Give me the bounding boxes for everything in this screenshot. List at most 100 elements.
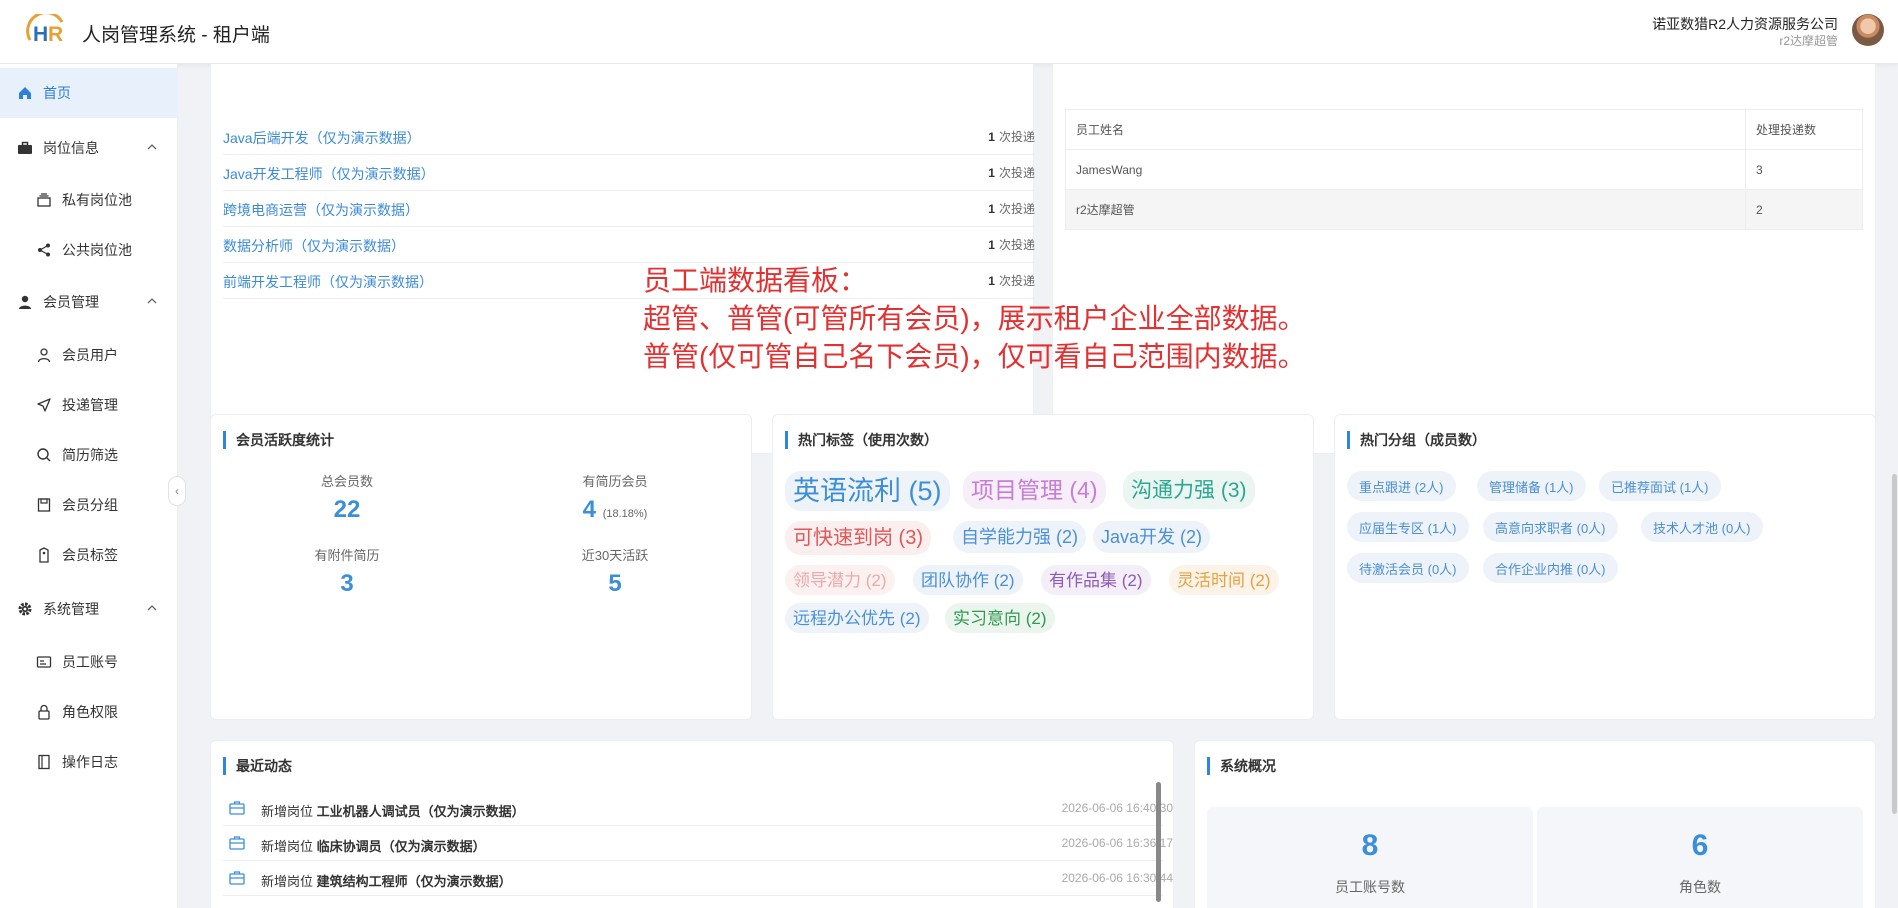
card-title: 会员活跃度统计 [223, 431, 334, 449]
group-chip[interactable]: 待激活会员 (0人) [1347, 553, 1469, 583]
job-name[interactable]: 数据分析师（仅为演示数据） [223, 236, 405, 256]
tag-chip[interactable]: 领导潜力 (2) [785, 565, 895, 595]
sidebar-item-label: 会员标签 [62, 547, 118, 563]
job-name[interactable]: 前端开发工程师（仅为演示数据） [223, 272, 433, 292]
group-chip[interactable]: 已推荐面试 (1人) [1599, 471, 1721, 501]
sidebar-item-home[interactable]: 首页 [0, 68, 178, 118]
tag-chip[interactable]: 有作品集 (2) [1041, 565, 1151, 595]
hot-groups-card: 热门分组（成员数） 重点跟进 (2人) 管理储备 (1人) 已推荐面试 (1人)… [1334, 414, 1876, 720]
tag-chip[interactable]: 自学能力强 (2) [953, 521, 1086, 553]
stat-resume-members: 有简历会员 4 (18.18%) [582, 474, 648, 523]
sidebar-item-roles[interactable]: 角色权限 [0, 687, 178, 737]
job-count: 1 次投递 [988, 202, 1035, 216]
tag-chip[interactable]: 远程办公优先 (2) [785, 603, 929, 633]
staff-name: JamesWang [1065, 149, 1746, 190]
staff-stats-card: 员工姓名 处理投递数 JamesWang 3 r2达摩超管 2 [1052, 64, 1876, 454]
save-icon [36, 497, 52, 513]
job-name[interactable]: 跨境电商运营（仅为演示数据） [223, 200, 419, 220]
briefcase-outline-icon [229, 836, 245, 850]
sidebar-item-label: 操作日志 [62, 754, 118, 770]
user-outline-icon [36, 347, 52, 363]
sidebar-item-label: 会员分组 [62, 497, 118, 513]
recent-activity-card: 最近动态 新增岗位 工业机器人调试员（仅为演示数据） 2026-06-06 16… [210, 740, 1174, 908]
hot-tags-card: 热门标签（使用次数） 英语流利 (5) 项目管理 (4) 沟通力强 (3) 可快… [772, 414, 1314, 720]
dashboard-main: Java后端开发（仅为演示数据） 1 次投递 Java开发工程师（仅为演示数据） … [178, 64, 1898, 908]
group-chip[interactable]: 重点跟进 (2人) [1347, 471, 1456, 501]
sidebar-item-label: 投递管理 [62, 397, 118, 413]
activity-row[interactable]: 新增岗位 临床协调员（仅为演示数据） 2026-06-06 16:36:17 [223, 826, 1173, 861]
job-row[interactable]: 跨境电商运营（仅为演示数据） 1 次投递 [223, 191, 1035, 227]
sidebar-item-private-pool[interactable]: 私有岗位池 [0, 175, 178, 225]
sidebar-item-resume-filter[interactable]: 简历筛选 [0, 430, 178, 480]
sidebar-item-operation-log[interactable]: 操作日志 [0, 737, 178, 787]
chevron-up-icon [147, 605, 157, 611]
staff-count: 3 [1745, 149, 1863, 190]
briefcase-icon [17, 140, 33, 156]
job-count: 1 次投递 [988, 166, 1035, 180]
tag-chip[interactable]: Java开发 (2) [1093, 521, 1211, 553]
tag-chip[interactable]: 团队协作 (2) [913, 565, 1023, 595]
tag-chip[interactable]: 可快速到岗 (3) [785, 521, 931, 555]
table-row: JamesWang 3 [1065, 149, 1863, 190]
sidebar: 首页 岗位信息 私有岗位池 公共岗位池 会员管理 会员用户 投递管理 简历筛选 … [0, 64, 178, 908]
sidebar-item-member-groups[interactable]: 会员分组 [0, 480, 178, 530]
sidebar-item-member-tags[interactable]: 会员标签 [0, 530, 178, 580]
send-icon [36, 397, 52, 413]
group-chip[interactable]: 技术人才池 (0人) [1641, 512, 1763, 542]
job-row[interactable]: Java开发工程师（仅为演示数据） 1 次投递 [223, 155, 1035, 191]
sidebar-item-staff-accounts[interactable]: 员工账号 [0, 637, 178, 687]
tag-chip[interactable]: 沟通力强 (3) [1123, 471, 1255, 509]
job-count: 1 次投递 [988, 130, 1035, 144]
tag-chip[interactable]: 灵活时间 (2) [1169, 565, 1279, 595]
job-row[interactable]: 数据分析师（仅为演示数据） 1 次投递 [223, 227, 1035, 263]
table-row: r2达摩超管 2 [1065, 189, 1863, 230]
activity-scrollbar[interactable] [1156, 782, 1161, 902]
card-title: 热门分组（成员数） [1347, 431, 1486, 449]
sidebar-item-label: 私有岗位池 [62, 192, 132, 208]
group-chip[interactable]: 管理储备 (1人) [1477, 471, 1586, 501]
gear-icon [17, 601, 33, 617]
column-header: 处理投递数 [1745, 109, 1863, 150]
sidebar-item-system-mgmt[interactable]: 系统管理 [0, 584, 178, 634]
tag-chip[interactable]: 英语流利 (5) [785, 471, 950, 511]
system-overview-card: 系统概况 8 员工账号数 6 角色数 [1194, 740, 1876, 908]
card-title: 最近动态 [223, 757, 292, 775]
stack-icon [36, 192, 52, 208]
card-title: 系统概况 [1207, 757, 1276, 775]
sidebar-item-member-users[interactable]: 会员用户 [0, 330, 178, 380]
job-name[interactable]: Java后端开发（仅为演示数据） [223, 128, 421, 148]
hr-logo[interactable]: H R [24, 14, 70, 48]
sidebar-item-job-info[interactable]: 岗位信息 [0, 123, 178, 173]
briefcase-outline-icon [229, 871, 245, 885]
group-chip[interactable]: 高意向求职者 (0人) [1483, 512, 1618, 542]
card-title: 热门标签（使用次数） [785, 431, 938, 449]
sidebar-item-label: 会员用户 [62, 347, 118, 363]
tag-chip[interactable]: 实习意向 (2) [945, 603, 1055, 633]
app-title: 人岗管理系统 - 租户端 [82, 25, 270, 46]
group-chip[interactable]: 应届生专区 (1人) [1347, 512, 1469, 542]
stat-attachment-resumes: 有附件简历 3 [314, 548, 380, 597]
staff-count: 2 [1745, 189, 1863, 230]
sidebar-item-member-mgmt[interactable]: 会员管理 [0, 277, 178, 327]
job-row[interactable]: Java后端开发（仅为演示数据） 1 次投递 [223, 119, 1035, 155]
briefcase-outline-icon [229, 801, 245, 815]
job-name[interactable]: Java开发工程师（仅为演示数据） [223, 164, 435, 184]
sidebar-item-public-pool[interactable]: 公共岗位池 [0, 225, 178, 275]
user-role: r2达摩超管 [1779, 34, 1838, 48]
avatar[interactable] [1852, 14, 1884, 46]
sidebar-item-delivery[interactable]: 投递管理 [0, 380, 178, 430]
group-chip[interactable]: 合作企业内推 (0人) [1483, 553, 1618, 583]
member-activity-card: 会员活跃度统计 总会员数 22 有简历会员 4 (18.18%) 有附件简历 3… [210, 414, 752, 720]
staff-name: r2达摩超管 [1065, 189, 1746, 230]
activity-row[interactable]: 新增岗位 工业机器人调试员（仅为演示数据） 2026-06-06 16:40:3… [223, 791, 1173, 826]
tag-chip[interactable]: 项目管理 (4) [963, 471, 1106, 509]
sidebar-item-label: 角色权限 [62, 704, 118, 720]
annotation-line: 员工端数据看板： [643, 265, 868, 296]
activity-row[interactable]: 新增岗位 建筑结构工程师（仅为演示数据） 2026-06-06 16:30:44 [223, 861, 1173, 896]
lock-icon [36, 704, 52, 720]
company-name: 诺亚数猎R2人力资源服务公司 [1652, 16, 1838, 32]
sidebar-item-label: 员工账号 [62, 654, 118, 670]
activity-text: 新增岗位 工业机器人调试员（仅为演示数据） [261, 804, 525, 819]
page-scrollbar[interactable] [1892, 474, 1897, 814]
sidebar-item-label: 简历筛选 [62, 447, 118, 463]
